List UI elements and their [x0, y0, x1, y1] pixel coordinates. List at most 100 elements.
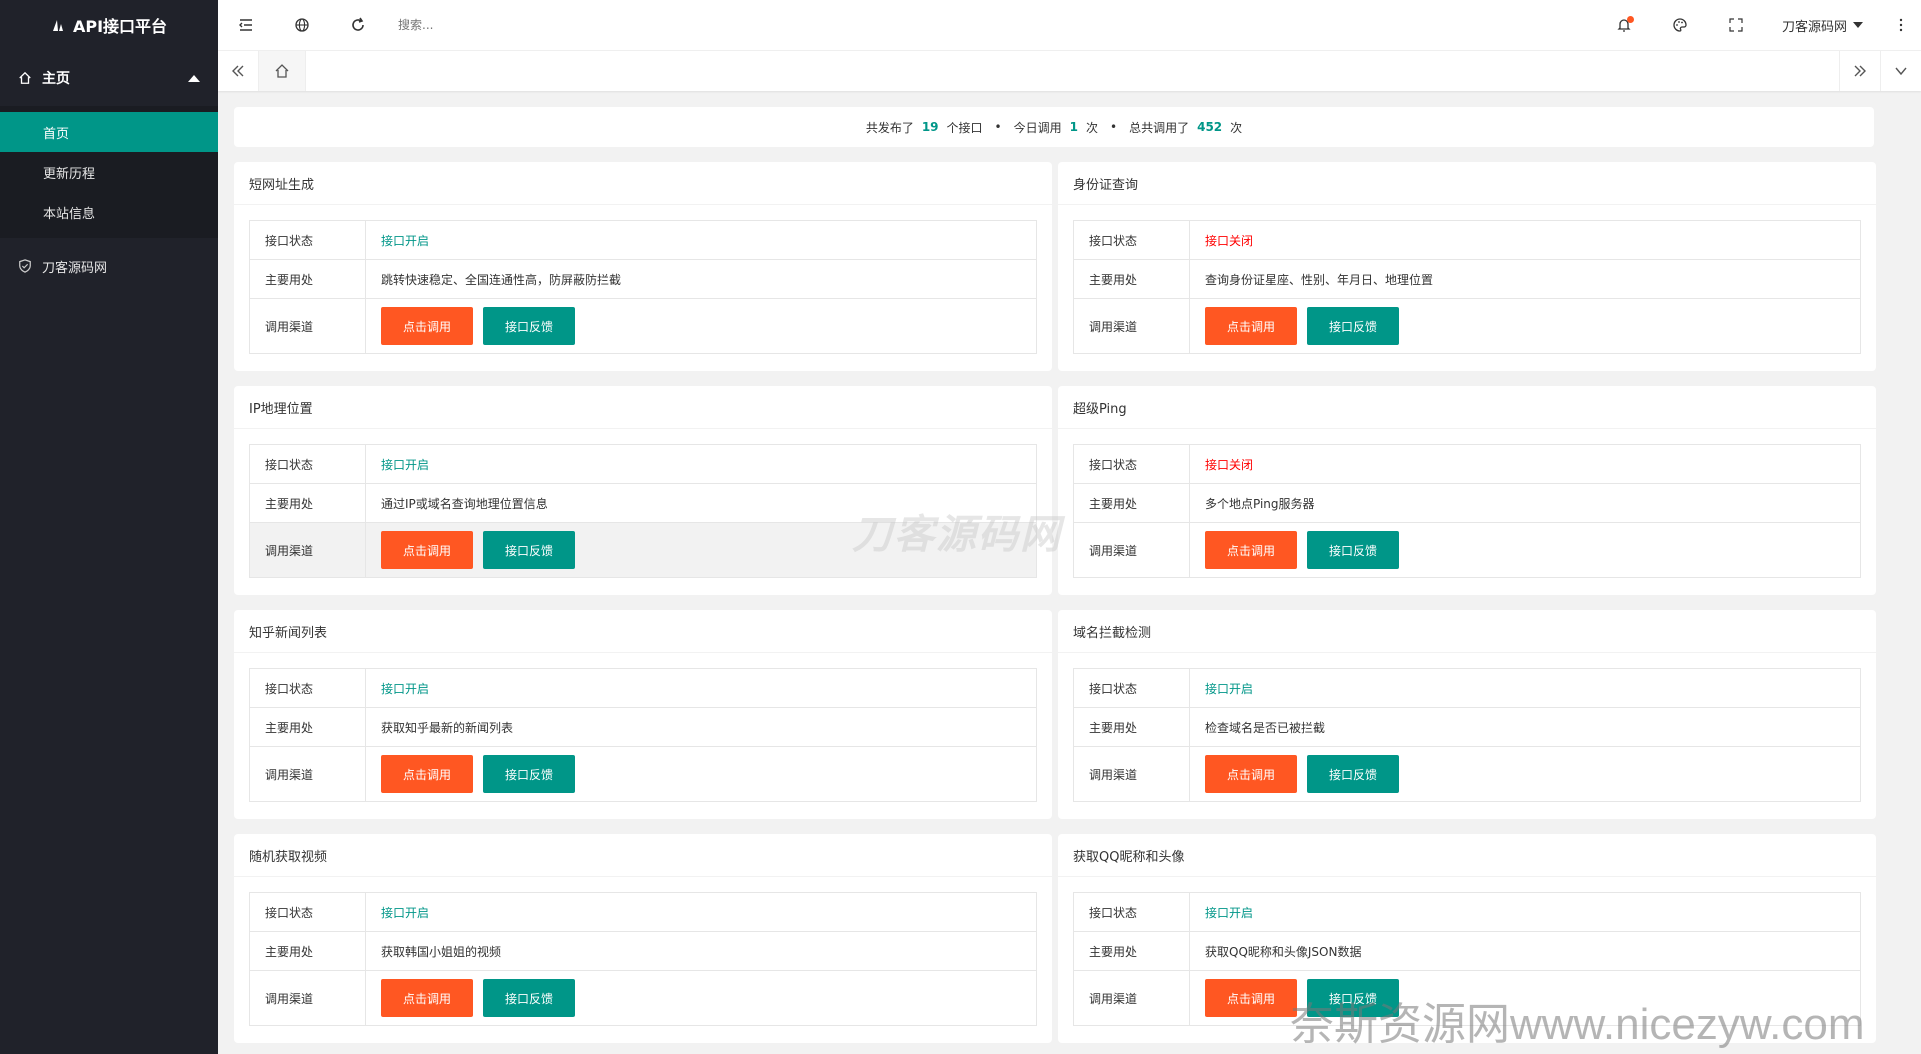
user-menu[interactable]: 刀客源码网 [1764, 16, 1881, 35]
usage-label: 主要用处 [250, 932, 366, 970]
api-card-title: 身份证查询 [1058, 162, 1876, 205]
shield-icon [19, 259, 31, 273]
sidebar-group-label: 主页 [42, 71, 70, 87]
status-label: 接口状态 [1074, 221, 1190, 259]
usage-label: 主要用处 [1074, 260, 1190, 298]
sidebar-submenu: 首页 更新历程 本站信息 [0, 106, 218, 238]
api-card: 短网址生成 接口状态 接口开启 主要用处 跳转快速稳定、全国连通性高，防屏蔽防拦截 … [234, 162, 1052, 371]
theme-button[interactable] [1652, 0, 1708, 50]
call-api-button[interactable]: 点击调用 [381, 755, 473, 793]
refresh-icon [352, 17, 364, 31]
feedback-button[interactable]: 接口反馈 [1307, 755, 1399, 793]
usage-label: 主要用处 [1074, 708, 1190, 746]
palette-icon [1673, 18, 1687, 32]
status-value: 接口开启 [1205, 905, 1254, 920]
usage-value: 检查域名是否已被拦截 [1205, 720, 1326, 735]
call-api-button[interactable]: 点击调用 [1205, 755, 1297, 793]
stats-total-prefix: 总共调用了 [1129, 120, 1190, 135]
call-api-button[interactable]: 点击调用 [1205, 979, 1297, 1017]
stats-today-suffix: 次 [1086, 120, 1099, 135]
sidebar-item-site[interactable]: 刀客源码网 [0, 238, 218, 294]
feedback-button[interactable]: 接口反馈 [483, 979, 575, 1017]
sidebar-group-home[interactable]: 主页 [0, 50, 218, 106]
sidebar: API接口平台 主页 首页 更新历程 本站信息 刀客源码网 [0, 0, 218, 1054]
app-title: API接口平台 [72, 17, 168, 36]
top-header: 刀客源码网 [218, 0, 1921, 51]
tabs-menu-button[interactable] [1880, 51, 1921, 91]
feedback-button[interactable]: 接口反馈 [483, 307, 575, 345]
tabs-bar [218, 51, 1921, 91]
usage-label: 主要用处 [250, 260, 366, 298]
status-value: 接口开启 [381, 905, 430, 920]
usage-label: 主要用处 [1074, 484, 1190, 522]
status-value: 接口关闭 [1205, 457, 1254, 472]
sidebar-item-history[interactable]: 更新历程 [0, 152, 218, 192]
sidebar-item-home[interactable]: 首页 [0, 112, 218, 152]
api-card: 域名拦截检测 接口状态 接口开启 主要用处 检查域名是否已被拦截 调用渠道 点击调用… [1058, 610, 1876, 819]
status-label: 接口状态 [250, 221, 366, 259]
status-label: 接口状态 [250, 893, 366, 931]
notification-dot [1626, 16, 1634, 23]
sidebar-item-info[interactable]: 本站信息 [0, 192, 218, 232]
usage-value: 获取QQ昵称和头像JSON数据 [1205, 944, 1362, 959]
more-button[interactable] [1881, 0, 1921, 50]
home-icon [19, 71, 31, 84]
api-card-title: 短网址生成 [234, 162, 1052, 205]
stats-today-count: 1 [1069, 120, 1078, 134]
status-value: 接口关闭 [1205, 233, 1254, 248]
call-api-button[interactable]: 点击调用 [381, 531, 473, 569]
fullscreen-button[interactable] [1708, 0, 1764, 50]
status-label: 接口状态 [1074, 893, 1190, 931]
user-name: 刀客源码网 [1781, 19, 1847, 35]
double-chevron-right-icon [1854, 65, 1866, 77]
status-label: 接口状态 [1074, 445, 1190, 483]
call-api-button[interactable]: 点击调用 [1205, 307, 1297, 345]
tabs-scroll-right-button[interactable] [1839, 51, 1880, 91]
stats-separator: • [994, 120, 1002, 134]
website-button[interactable] [274, 0, 330, 50]
tabs-scroll-left-button[interactable] [218, 51, 259, 91]
channel-label: 调用渠道 [1074, 747, 1190, 801]
stats-total-count: 452 [1197, 120, 1223, 134]
usage-value: 获取韩国小姐姐的视频 [381, 944, 502, 959]
caret-down-icon [1853, 22, 1863, 28]
feedback-button[interactable]: 接口反馈 [483, 531, 575, 569]
api-card: 超级Ping 接口状态 接口关闭 主要用处 多个地点Ping服务器 调用渠道 点击调… [1058, 386, 1876, 595]
feedback-button[interactable]: 接口反馈 [483, 755, 575, 793]
stats-today-prefix: 今日调用 [1013, 120, 1062, 135]
notification-button[interactable] [1596, 0, 1652, 50]
status-value: 接口开启 [381, 681, 430, 696]
refresh-button[interactable] [330, 0, 386, 50]
status-value: 接口开启 [1205, 681, 1254, 696]
logo-icon [52, 20, 63, 31]
channel-label: 调用渠道 [250, 299, 366, 353]
stats-total-suffix: 次 [1230, 120, 1243, 135]
stats-published-count: 19 [921, 120, 939, 134]
status-label: 接口状态 [250, 669, 366, 707]
search-input[interactable] [396, 17, 600, 33]
center-watermark: 刀客源码网 [852, 512, 1062, 558]
channel-label: 调用渠道 [250, 747, 366, 801]
main-content: 共发布了 19 个接口 • 今日调用 1 次 • 总共调用了 452 次 短网址… [234, 107, 1876, 1043]
more-vertical-icon [1899, 18, 1903, 32]
api-card: 随机获取视频 接口状态 接口开启 主要用处 获取韩国小姐姐的视频 调用渠道 点击调用… [234, 834, 1052, 1043]
stats-published-suffix: 个接口 [946, 120, 983, 135]
usage-label: 主要用处 [1074, 932, 1190, 970]
channel-label: 调用渠道 [1074, 523, 1190, 577]
call-api-button[interactable]: 点击调用 [381, 307, 473, 345]
sidebar-item-site-label: 刀客源码网 [42, 260, 108, 276]
call-api-button[interactable]: 点击调用 [381, 979, 473, 1017]
api-info-table: 接口状态 接口开启 主要用处 检查域名是否已被拦截 调用渠道 点击调用 接口反馈 [1073, 668, 1861, 802]
app-logo[interactable]: API接口平台 [0, 0, 218, 50]
feedback-button[interactable]: 接口反馈 [1307, 307, 1399, 345]
tab-home[interactable] [259, 51, 306, 91]
call-api-button[interactable]: 点击调用 [1205, 531, 1297, 569]
api-card-title: IP地理位置 [234, 386, 1052, 429]
feedback-button[interactable]: 接口反馈 [1307, 531, 1399, 569]
menu-toggle-button[interactable] [218, 0, 274, 50]
stats-separator: • [1110, 120, 1118, 134]
bottom-watermark: 奈斯资源网www.nicezyw.com [1290, 1000, 1865, 1049]
usage-value: 查询身份证星座、性别、年月日、地理位置 [1205, 272, 1434, 287]
usage-value: 多个地点Ping服务器 [1205, 496, 1315, 511]
stats-bar: 共发布了 19 个接口 • 今日调用 1 次 • 总共调用了 452 次 [234, 107, 1874, 147]
